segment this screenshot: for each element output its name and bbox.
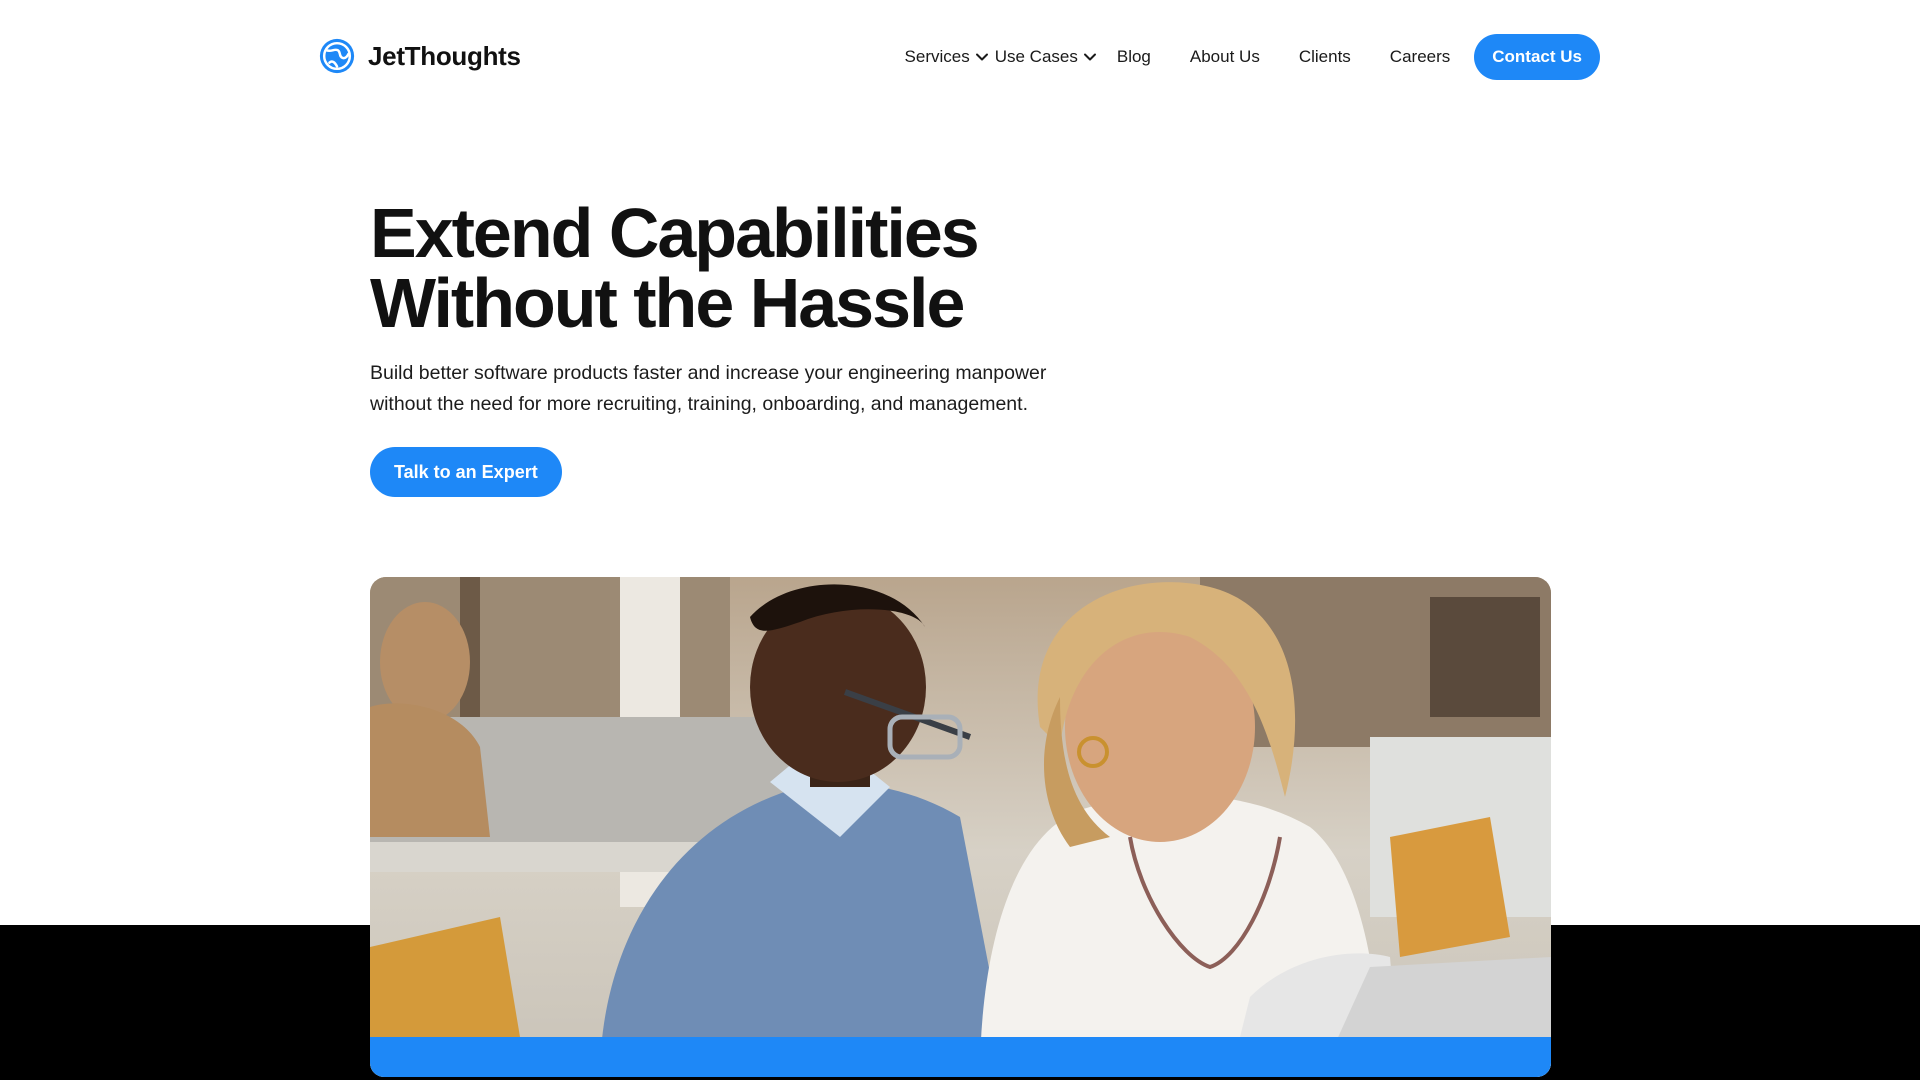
- hero-title: Extend Capabilities Without the Hassle: [370, 198, 1130, 338]
- nav-item-services[interactable]: Services: [905, 47, 989, 67]
- hero-title-line-1: Extend Capabilities: [370, 194, 980, 272]
- contact-us-button[interactable]: Contact Us: [1474, 34, 1600, 80]
- hero-title-line-2: Without the Hassle: [370, 264, 965, 342]
- brand-name: JetThoughts: [368, 40, 521, 71]
- hero-photo: [370, 577, 1551, 1077]
- main-nav: Services Use Cases Blog About Us Clients…: [905, 34, 1600, 80]
- nav-item-label: Services: [904, 47, 970, 66]
- hero-subtitle-line-1: Build better software products faster an…: [370, 362, 1047, 384]
- nav-item-label: About Us: [1189, 47, 1260, 66]
- chevron-down-icon: [1083, 53, 1096, 61]
- hero-photo-illustration: [370, 577, 1551, 1077]
- nav-item-clients[interactable]: Clients: [1299, 47, 1351, 67]
- logo-link[interactable]: JetThoughts: [318, 37, 521, 75]
- chevron-down-icon: [975, 53, 988, 61]
- nav-item-label: Clients: [1298, 47, 1351, 66]
- nav-item-blog[interactable]: Blog: [1117, 47, 1151, 67]
- talk-to-expert-button[interactable]: Talk to an Expert: [370, 447, 562, 497]
- nav-item-careers[interactable]: Careers: [1390, 47, 1450, 67]
- site-header: JetThoughts Services Use Cases Blog Abou…: [0, 0, 1920, 114]
- nav-item-label: Use Cases: [994, 47, 1078, 66]
- nav-item-label: Careers: [1389, 47, 1451, 66]
- nav-item-about-us[interactable]: About Us: [1190, 47, 1260, 67]
- hero-section: Extend Capabilities Without the Hassle B…: [370, 198, 1130, 420]
- hero-subtitle: Build better software products faster an…: [370, 358, 1090, 420]
- nav-item-label: Blog: [1116, 47, 1151, 66]
- hero-subtitle-line-2: without the need for more recruiting, tr…: [370, 393, 1028, 415]
- globe-logo-icon: [319, 38, 355, 74]
- photo-accent-bar: [370, 1037, 1551, 1077]
- nav-item-use-cases[interactable]: Use Cases: [995, 47, 1097, 67]
